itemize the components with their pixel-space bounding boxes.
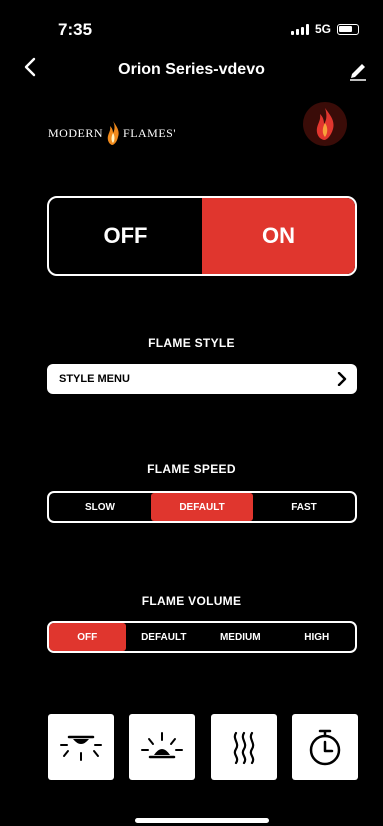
nav-bar: Orion Series-vdevo <box>0 56 383 86</box>
status-time: 7:35 <box>58 20 93 39</box>
volume-option-off[interactable]: OFF <box>49 623 126 651</box>
heat-icon <box>233 731 254 765</box>
signal-icon <box>290 23 309 35</box>
volume-option-default[interactable]: DEFAULT <box>126 623 203 651</box>
flame-logo-icon <box>107 121 119 145</box>
status-indicators: 5G <box>290 22 359 36</box>
flame-style-title: FLAME STYLE <box>148 336 235 350</box>
network-type: 5G <box>314 22 331 36</box>
style-menu-button[interactable]: STYLE MENU <box>47 364 357 394</box>
brand-text-right: FLAMES <box>123 125 174 140</box>
pencil-icon <box>350 64 366 81</box>
downlight-button[interactable] <box>48 714 114 780</box>
mode-buttons <box>48 714 358 780</box>
edit-button[interactable] <box>347 60 369 82</box>
flame-speed-title: FLAME SPEED <box>147 462 236 476</box>
uplight-button[interactable] <box>129 714 196 780</box>
status-bar: 7:35 5G <box>0 0 383 56</box>
flame-speed-selector: SLOW DEFAULT FAST <box>47 491 357 523</box>
uplight-icon <box>141 732 184 759</box>
power-on-button[interactable]: ON <box>202 198 355 274</box>
power-off-button[interactable]: OFF <box>49 198 202 274</box>
brand-badge <box>303 102 347 146</box>
battery-icon <box>337 23 359 35</box>
brand-mark: ' <box>173 125 177 140</box>
heat-button[interactable] <box>210 714 277 780</box>
chevron-right-icon <box>337 372 347 386</box>
page-title: Orion Series-vdevo <box>118 61 265 78</box>
brand-text-left: MODERN <box>48 125 104 140</box>
flame-volume-selector: OFF DEFAULT MEDIUM HIGH <box>47 621 357 653</box>
home-indicator[interactable] <box>135 818 269 823</box>
speed-option-fast[interactable]: FAST <box>253 493 355 521</box>
speed-option-slow[interactable]: SLOW <box>49 493 151 521</box>
speed-option-default[interactable]: DEFAULT <box>151 493 253 521</box>
timer-icon <box>309 729 341 766</box>
brand-logo: MODERN FLAMES ' <box>48 120 176 146</box>
volume-option-medium[interactable]: MEDIUM <box>202 623 279 651</box>
style-menu-label: STYLE MENU <box>59 373 130 385</box>
downlight-icon <box>60 735 102 761</box>
volume-option-high[interactable]: HIGH <box>279 623 356 651</box>
flame-volume-title: FLAME VOLUME <box>141 594 242 608</box>
power-toggle: OFF ON <box>47 196 357 276</box>
timer-button[interactable] <box>291 714 358 780</box>
flame-badge-icon <box>316 108 334 140</box>
